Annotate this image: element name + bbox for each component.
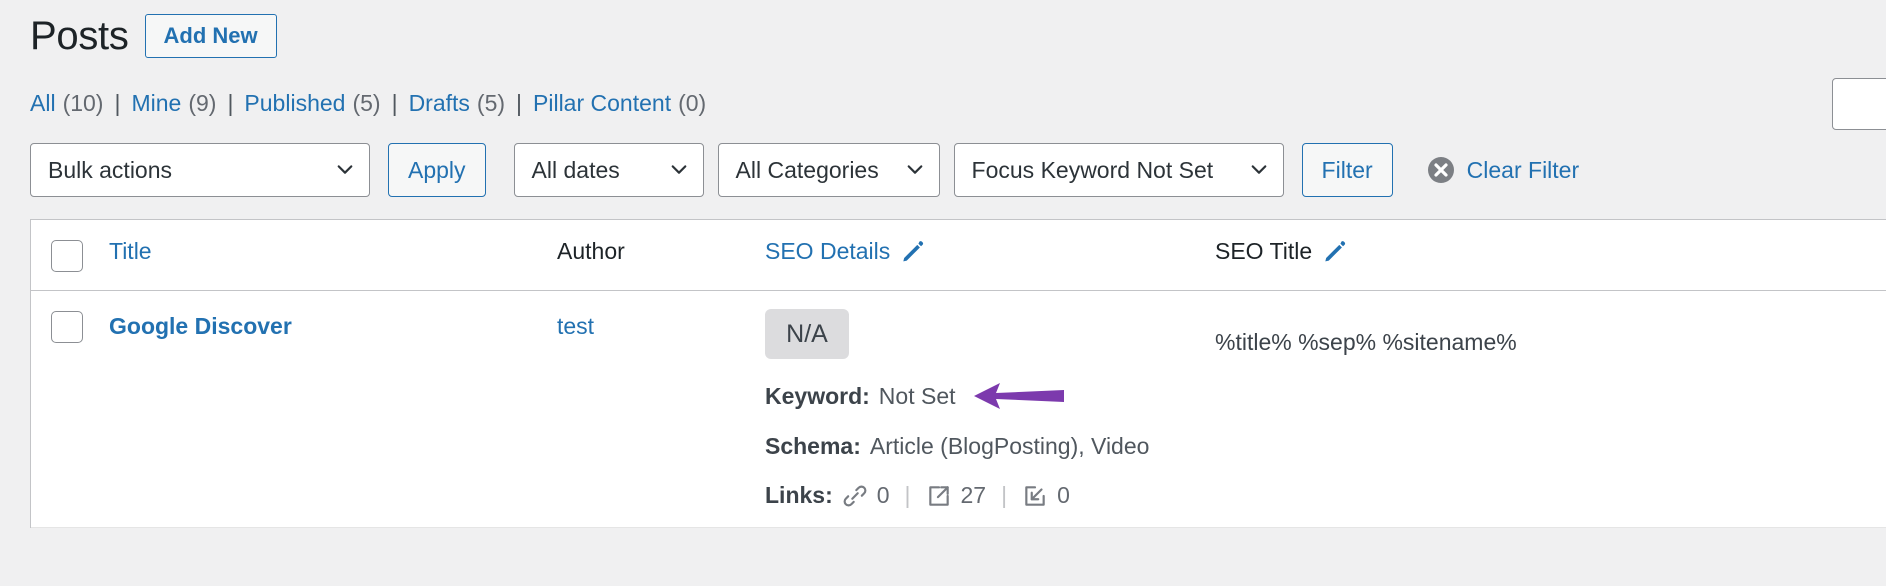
status-link-published[interactable]: Published bbox=[244, 90, 345, 116]
status-link-mine[interactable]: Mine bbox=[131, 90, 181, 116]
page-header: Posts Add New bbox=[0, 0, 1886, 58]
seo-title-value: %title% %sep% %sitename% bbox=[1215, 329, 1517, 355]
x-circle-icon bbox=[1427, 156, 1455, 184]
keyword-value: Not Set bbox=[878, 382, 956, 409]
chevron-down-icon bbox=[1250, 161, 1268, 179]
chevron-down-icon bbox=[336, 161, 354, 179]
incoming-links-count: 0 bbox=[1057, 482, 1070, 508]
status-link-pillar-content[interactable]: Pillar Content bbox=[533, 90, 671, 116]
pencil-icon[interactable] bbox=[1322, 239, 1347, 264]
row-seo-details-cell: N/A Keyword: Not Set Schema: Article (Bl… bbox=[765, 291, 1215, 527]
bulk-actions-select[interactable]: Bulk actions bbox=[30, 143, 370, 197]
column-header-author-label: Author bbox=[557, 238, 625, 264]
post-title-link[interactable]: Google Discover bbox=[109, 313, 292, 339]
external-links-count: 27 bbox=[960, 482, 987, 508]
table-toolbar: Bulk actions Apply All dates All Categor… bbox=[0, 117, 1886, 197]
add-new-button[interactable]: Add New bbox=[144, 14, 277, 58]
schema-value: Article (BlogPosting), Video bbox=[869, 433, 1150, 459]
status-filter-links: All (10) | Mine (9) | Published (5) | Draft… bbox=[0, 54, 1886, 117]
clear-filter-link[interactable]: Clear Filter bbox=[1427, 156, 1579, 184]
links-line: Links: 0 | 27 | 0 bbox=[765, 482, 1201, 509]
links-label: Links: bbox=[765, 482, 833, 508]
status-link-all[interactable]: All bbox=[30, 90, 56, 116]
column-header-title-link[interactable]: Title bbox=[109, 238, 152, 264]
status-link-all-wrap: All (10) bbox=[30, 90, 103, 117]
purple-left-arrow-annotation bbox=[973, 381, 1066, 411]
status-count-all: (10) bbox=[62, 90, 104, 116]
keyword-label: Keyword: bbox=[765, 382, 870, 409]
date-filter-select[interactable]: All dates bbox=[513, 143, 704, 197]
date-filter-value: All dates bbox=[531, 156, 620, 183]
focus-keyword-filter-select[interactable]: Focus Keyword Not Set bbox=[953, 143, 1284, 197]
links-separator-1: | bbox=[904, 482, 911, 508]
table-row: Google Discover test N/A Keyword: Not Se… bbox=[31, 291, 1886, 528]
chevron-down-icon bbox=[906, 161, 924, 179]
status-separator-1: | bbox=[114, 90, 121, 116]
posts-admin-page: Posts Add New All (10) | Mine (9) | Publis… bbox=[0, 0, 1886, 586]
links-separator-2: | bbox=[1001, 482, 1008, 508]
column-header-seo-details-link[interactable]: SEO Details bbox=[765, 238, 890, 265]
row-select-checkbox[interactable] bbox=[51, 311, 83, 343]
status-separator-4: | bbox=[516, 90, 523, 116]
status-count-mine: (9) bbox=[188, 90, 217, 116]
category-filter-value: All Categories bbox=[735, 156, 879, 183]
select-all-cell bbox=[31, 220, 109, 290]
status-link-mine-wrap: Mine (9) bbox=[131, 90, 216, 117]
clear-filter-label: Clear Filter bbox=[1466, 156, 1580, 183]
focus-keyword-filter-value: Focus Keyword Not Set bbox=[971, 156, 1214, 183]
column-header-title: Title bbox=[109, 220, 557, 283]
schema-line: Schema: Article (BlogPosting), Video bbox=[765, 433, 1201, 460]
column-header-seo-details: SEO Details bbox=[765, 220, 1215, 283]
column-header-seo-title-label: SEO Title bbox=[1215, 238, 1313, 264]
row-seo-title-cell: %title% %sep% %sitename% bbox=[1215, 291, 1875, 374]
status-link-drafts[interactable]: Drafts bbox=[409, 90, 470, 116]
status-count-drafts: (5) bbox=[476, 90, 506, 116]
bulk-actions-value: Bulk actions bbox=[48, 156, 173, 183]
select-all-checkbox[interactable] bbox=[51, 240, 83, 272]
table-header-row: Title Author SEO Details SEO Title bbox=[31, 220, 1886, 291]
schema-label: Schema: bbox=[765, 433, 861, 459]
seo-score-badge: N/A bbox=[765, 309, 849, 359]
internal-links-count: 0 bbox=[876, 482, 890, 508]
incoming-link-icon bbox=[1022, 483, 1048, 509]
status-count-published: (5) bbox=[352, 90, 381, 116]
row-author-cell: test bbox=[557, 291, 765, 358]
row-title-cell: Google Discover bbox=[109, 291, 557, 358]
status-link-drafts-wrap: Drafts (5) bbox=[409, 90, 505, 117]
link-chain-icon bbox=[842, 483, 868, 509]
post-author-link[interactable]: test bbox=[557, 313, 594, 339]
category-filter-select[interactable]: All Categories bbox=[717, 143, 940, 197]
status-separator-2: | bbox=[227, 90, 234, 116]
status-link-published-wrap: Published (5) bbox=[244, 90, 380, 117]
chevron-down-icon bbox=[670, 161, 688, 179]
status-link-pillar-wrap: Pillar Content (0) bbox=[533, 90, 706, 117]
apply-button[interactable]: Apply bbox=[388, 143, 486, 197]
pencil-icon[interactable] bbox=[900, 239, 925, 264]
column-header-author: Author bbox=[557, 220, 765, 283]
status-separator-3: | bbox=[391, 90, 398, 116]
external-link-icon bbox=[926, 483, 952, 509]
posts-table: Title Author SEO Details SEO Title Googl… bbox=[30, 219, 1886, 528]
row-select-cell bbox=[31, 291, 109, 361]
search-input[interactable] bbox=[1832, 78, 1886, 130]
keyword-line: Keyword: Not Set bbox=[765, 381, 1201, 411]
filter-button[interactable]: Filter bbox=[1301, 143, 1393, 197]
column-header-seo-title: SEO Title bbox=[1215, 220, 1875, 283]
page-title: Posts bbox=[30, 14, 129, 58]
status-count-pillar-content: (0) bbox=[678, 90, 707, 116]
